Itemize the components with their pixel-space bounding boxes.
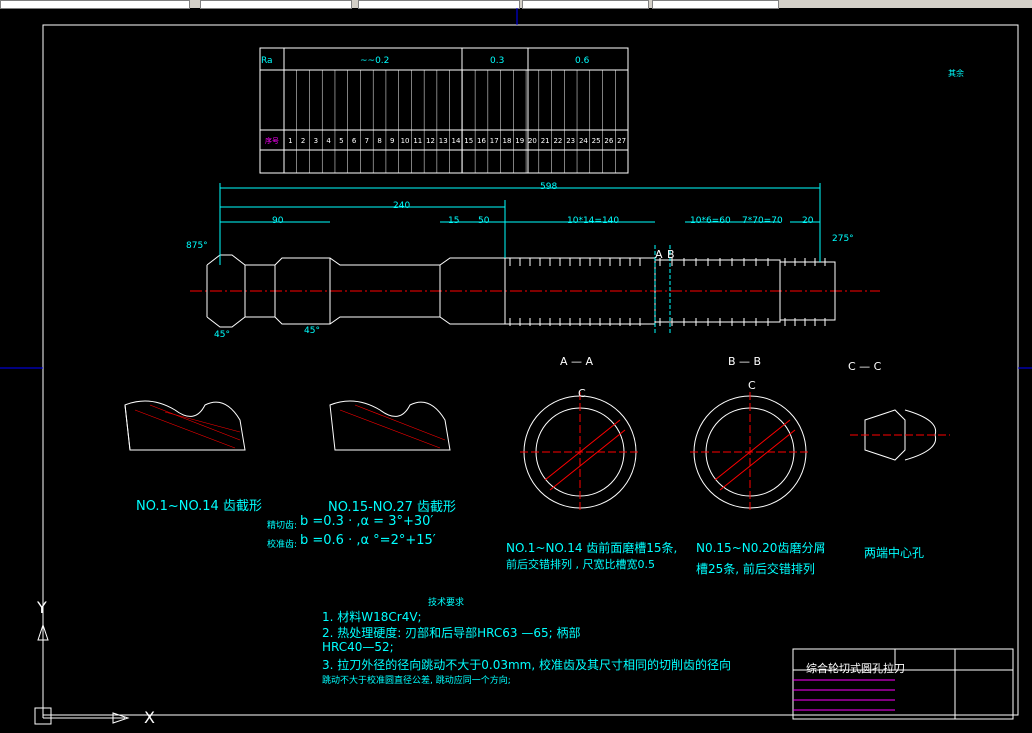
section-aa	[520, 392, 640, 512]
table-col-number: 8	[377, 137, 381, 145]
table-col-c: 0.6	[575, 56, 590, 66]
table-col-number: 12	[426, 137, 435, 145]
dim-20: 20	[802, 216, 814, 226]
tooth-profile-1	[124, 400, 246, 451]
table-col-number: 22	[553, 137, 562, 145]
dim-total: 598	[540, 182, 558, 192]
table-col-number: 14	[452, 137, 461, 145]
bb-note2: 槽25条, 前后交错排列	[696, 562, 815, 576]
table-col-number: 20	[528, 137, 537, 145]
table-col-number: 5	[339, 137, 343, 145]
table-col-number: 16	[477, 137, 486, 145]
table-col-number: 4	[326, 137, 331, 145]
table-col-number: 6	[352, 137, 357, 145]
dim-45b: 45°	[304, 326, 320, 336]
table-col-number: 25	[592, 137, 601, 145]
aa-note1: NO.1~NO.14 齿前面磨槽15条,	[506, 541, 678, 555]
table-col-number: 26	[604, 137, 613, 145]
title-block-name: 综合轮切式圆孔拉刀	[806, 662, 905, 675]
param1: b =0.3 · ,α = 3°+30′	[300, 514, 434, 529]
ucs-icon	[34, 610, 130, 725]
c-mark-1: C	[578, 387, 586, 400]
marker-a-top: A	[655, 248, 663, 261]
section-bb	[690, 392, 810, 512]
dim-275: 275°	[832, 234, 854, 244]
profile1-label: NO.1~NO.14 齿截形	[136, 499, 262, 514]
dim-90: 90	[272, 216, 284, 226]
section-cc-title: C — C	[848, 360, 882, 373]
table-col-number: 19	[515, 137, 524, 145]
table-col-number: 27	[617, 137, 626, 145]
dim-10x14: 10*14=140	[567, 216, 620, 226]
table-col-number: 21	[541, 137, 550, 145]
dim-10x6: 10*6=60	[690, 216, 731, 226]
section-bb-title: B — B	[728, 355, 762, 368]
table-col-number: 24	[579, 137, 588, 145]
dim-15: 15	[448, 216, 460, 226]
c-mark-2: C	[748, 379, 756, 392]
marker-b-top: B	[667, 248, 675, 261]
table-col-number: 15	[464, 137, 473, 145]
table-col-a: ~~0.2	[360, 56, 390, 66]
table-col-number: 17	[490, 137, 499, 145]
dim-50: 50	[478, 216, 490, 226]
table-col-number: 10	[401, 137, 410, 145]
drawing-canvas[interactable]: 1 2 3 4 5 6 7 8 9 10 11 12 13 14 15 16 17 18 19 20 21 22 23 24 2…	[0, 8, 1032, 733]
table-col-number: 1	[288, 137, 292, 145]
tech-3: 3. 拉刀外径的径向跳动不大于0.03mm, 校准齿及其尺寸相同的切削齿的径向	[322, 658, 731, 672]
dim-240: 240	[393, 201, 411, 211]
dim-7x70: 7*70=70	[742, 216, 783, 226]
table-col-number: 7	[365, 137, 369, 145]
table-col-number: 18	[503, 137, 512, 145]
bb-note1: N0.15~N0.20齿磨分屑	[696, 541, 826, 555]
aa-note2: 前后交错排列 , 尺宽比槽宽0.5	[506, 558, 655, 571]
table-ra: Ra	[261, 56, 273, 66]
profile2-label: NO.15-NO.27 齿截形	[328, 500, 457, 515]
tech-2b: HRC40—52;	[322, 640, 394, 654]
parameter-table: 1 2 3 4 5 6 7 8 9 10 11 12 13 14 15 16 17 18 19 20 21 22 23 24 2…	[259, 47, 629, 174]
section-cc	[850, 409, 950, 461]
param1-label: 精切齿:	[267, 521, 298, 531]
param2-label: 校准齿:	[267, 540, 298, 550]
tech-2: 2. 热处理硬度: 刃部和后导部HRC63 —65; 柄部	[322, 626, 581, 640]
dim-875: 875°	[186, 241, 208, 251]
table-col-number: 9	[390, 137, 394, 145]
table-col-number: 3	[314, 137, 318, 145]
table-col-number: 2	[301, 137, 305, 145]
broach-body	[190, 254, 880, 328]
table-col-b: 0.3	[490, 56, 505, 66]
roughness-note: 其余	[948, 69, 964, 78]
tech-title: 技术要求	[428, 598, 465, 608]
param2: b =0.6 · ,α °=2°+15′	[300, 533, 436, 548]
table-col-number: 11	[413, 137, 422, 145]
table-col-number: 23	[566, 137, 575, 145]
ucs-x-label: X	[144, 708, 155, 727]
cc-note: 两端中心孔	[864, 546, 925, 560]
tech-1: 1. 材料W18Cr4V;	[322, 610, 422, 624]
tooth-profile-2	[329, 400, 451, 451]
section-aa-title: A — A	[560, 355, 594, 368]
table-col-number: 13	[439, 137, 448, 145]
tech-3b: 跳动不大于校准圆直径公差, 跳动应同一个方向;	[322, 676, 511, 686]
table-header-label: 序号	[265, 136, 279, 145]
toolbar-strip	[0, 0, 1032, 9]
dim-45a: 45°	[214, 330, 230, 340]
ucs-y-label: Y	[37, 598, 47, 617]
